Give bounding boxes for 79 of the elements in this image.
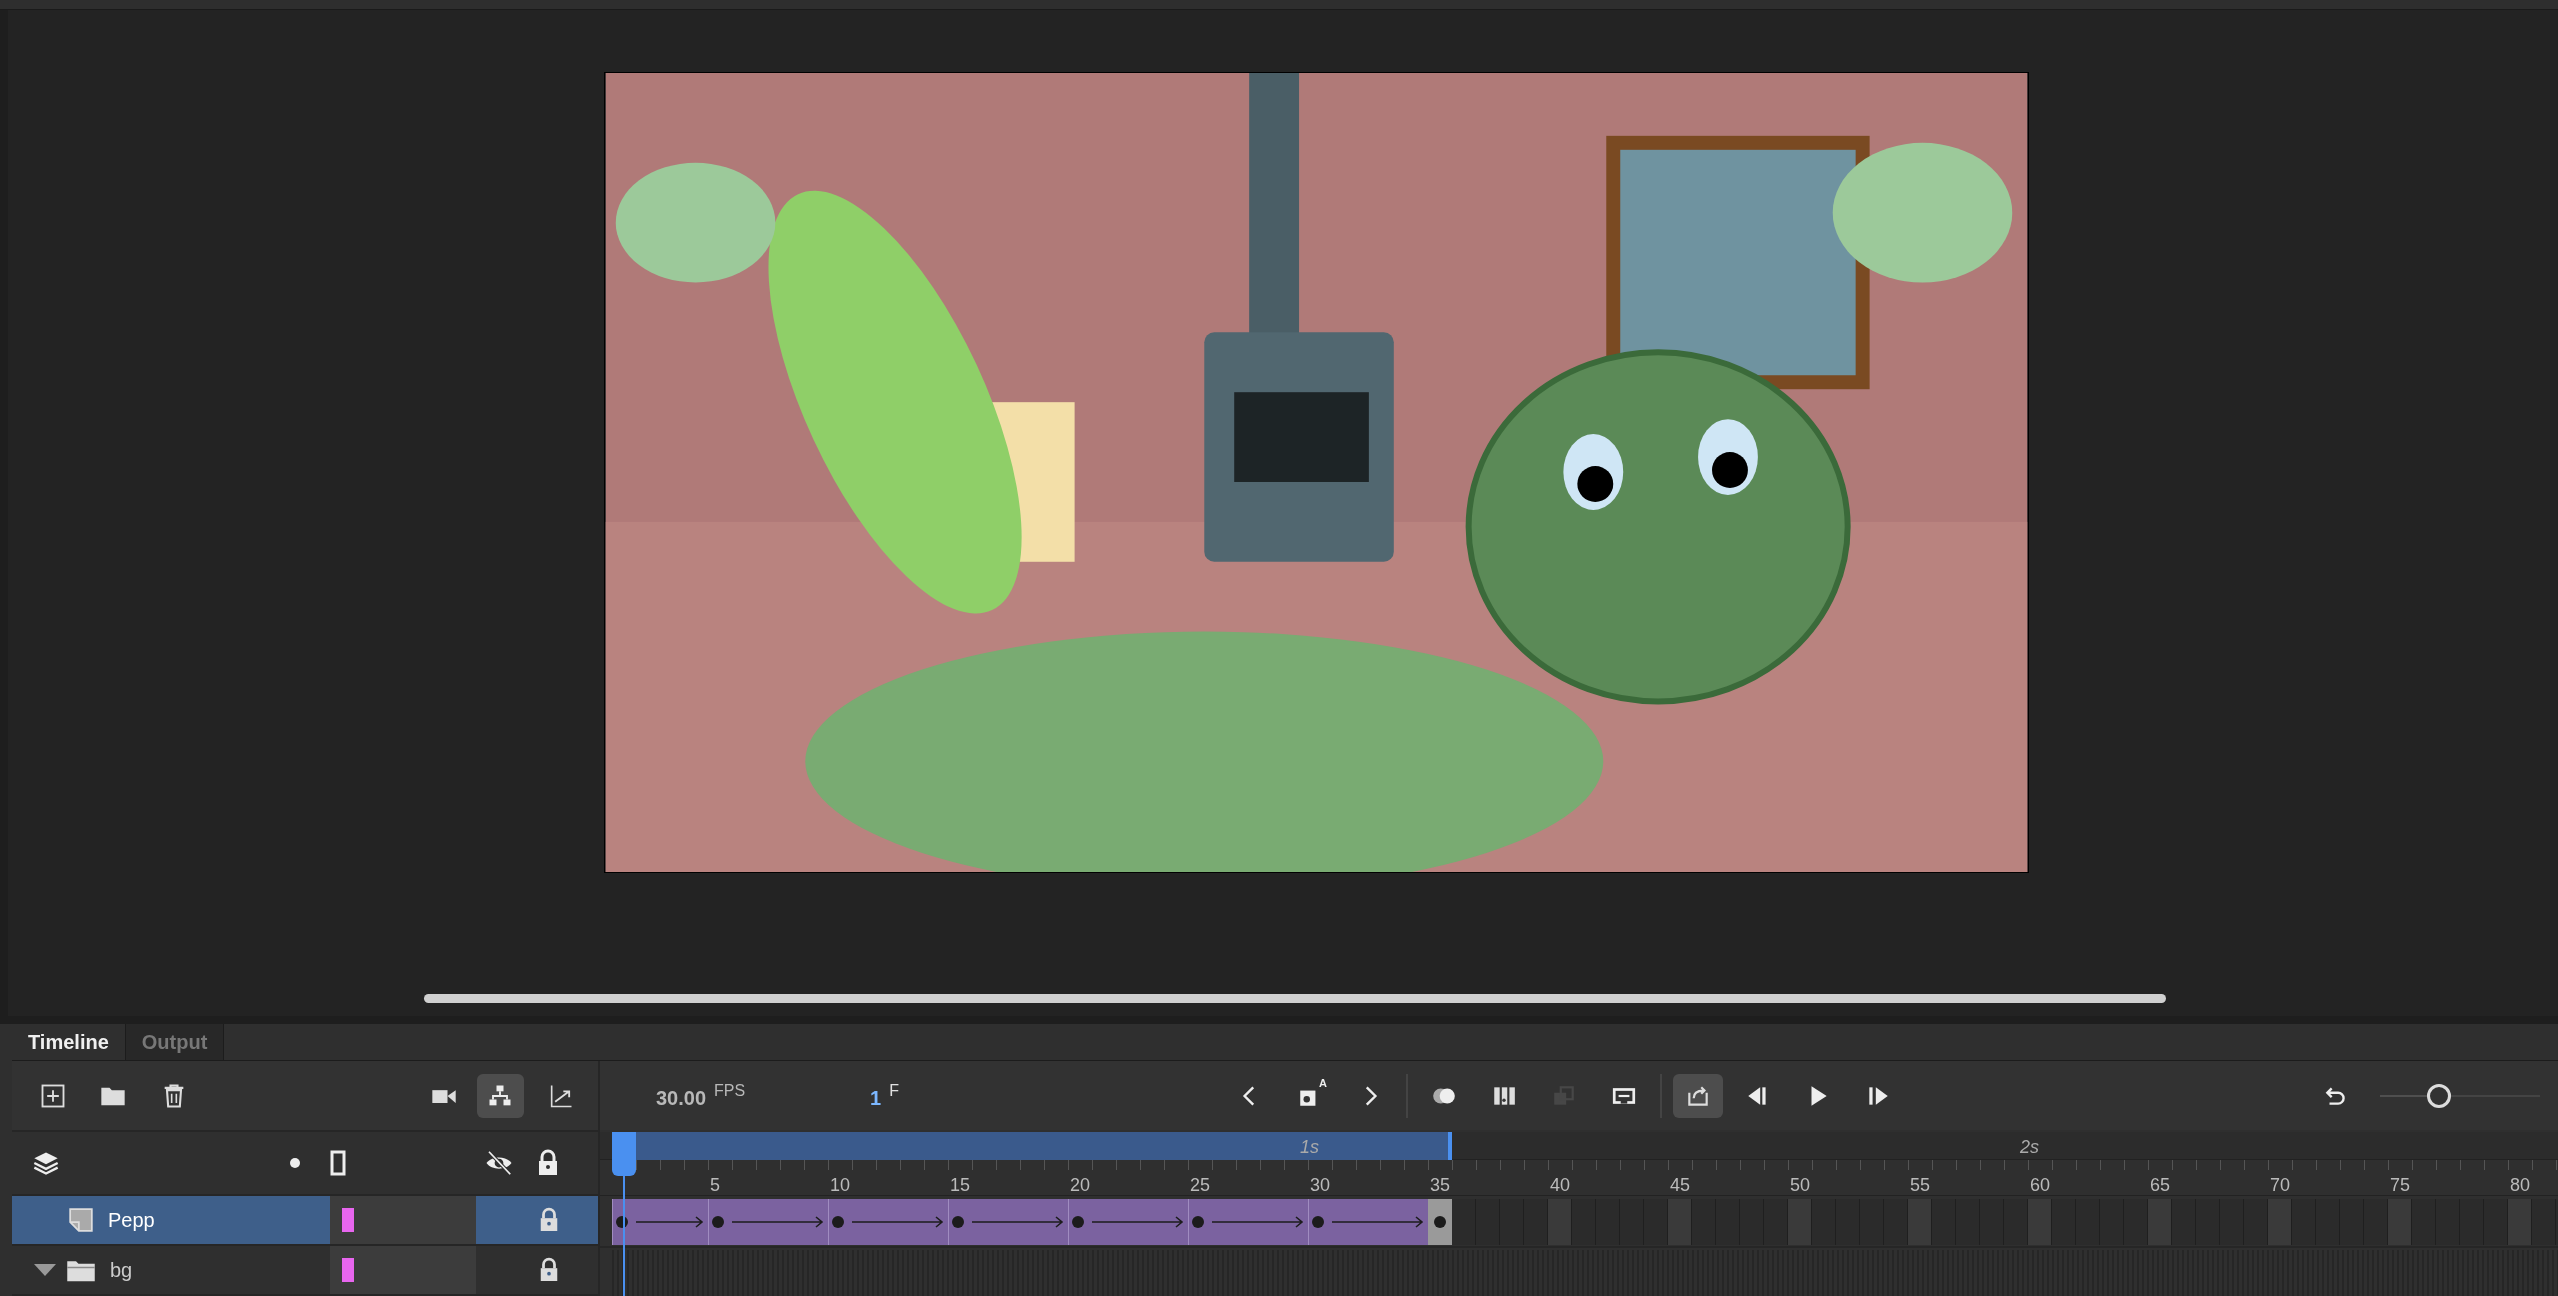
hierarchy-button[interactable] [477, 1073, 524, 1118]
frame-cell[interactable] [2124, 1199, 2148, 1245]
frame-cell[interactable] [1788, 1199, 1812, 1245]
seconds-label: 1s [1300, 1136, 1319, 1159]
frame-number: 65 [2150, 1174, 2171, 1197]
keyframe-arrow-icon [832, 1215, 946, 1229]
frame-cell[interactable] [2364, 1199, 2388, 1245]
frame-number: 20 [1070, 1174, 1091, 1197]
lock-icon[interactable] [538, 1257, 560, 1283]
keyframe-arrow-icon [952, 1215, 1066, 1229]
layer-color-swatch[interactable] [342, 1208, 354, 1232]
frame-cell[interactable] [2412, 1199, 2436, 1245]
frame-cell[interactable] [1452, 1199, 1476, 1245]
caret-down-icon[interactable] [34, 1263, 56, 1277]
current-frame-value[interactable]: 1 [870, 1082, 882, 1113]
frame-number: 30 [1310, 1174, 1331, 1197]
hide-icon[interactable] [484, 1148, 514, 1178]
frame-cell[interactable] [1572, 1199, 1596, 1245]
fps-unit: FPS [714, 1080, 746, 1101]
frame-cell[interactable] [2508, 1199, 2532, 1245]
frame-cell[interactable] [2172, 1199, 2196, 1245]
frame-cell[interactable] [2004, 1199, 2028, 1245]
frame-cell[interactable] [2292, 1199, 2316, 1245]
frame-number: 45 [1670, 1174, 1691, 1197]
frame-cell[interactable] [2028, 1199, 2052, 1245]
panel-tab[interactable]: Output [125, 1024, 225, 1060]
frame-number: 15 [950, 1174, 971, 1197]
frame-number: 60 [2030, 1174, 2051, 1197]
auto-label: A [1319, 1077, 1327, 1089]
frame-cell[interactable] [1668, 1199, 1692, 1245]
horizontal-scrollbar[interactable] [424, 994, 2166, 1003]
frame-cell[interactable] [2148, 1199, 2172, 1245]
frame-cell[interactable] [2244, 1199, 2268, 1245]
frame-cell[interactable] [1812, 1199, 1836, 1245]
outline-icon[interactable] [330, 1150, 346, 1176]
layer-icon [68, 1207, 94, 1233]
frame-cell[interactable] [1692, 1199, 1716, 1245]
frame-cell[interactable] [1884, 1199, 1908, 1245]
frame-number: 55 [1910, 1174, 1931, 1197]
frame-number: 40 [1550, 1174, 1571, 1197]
frame-cell[interactable] [2052, 1199, 2076, 1245]
frame-number: 80 [2510, 1174, 2531, 1197]
frame-cell[interactable] [1644, 1199, 1668, 1245]
frame-number: 75 [2390, 1174, 2411, 1197]
frame-number: 25 [1190, 1174, 1211, 1197]
zoom-slider-track[interactable] [2380, 1083, 2540, 1108]
layer-name: Pepp [108, 1208, 155, 1233]
keyframe-button[interactable]: A [1285, 1073, 1335, 1118]
playhead[interactable] [612, 1132, 636, 1296]
keyframe-arrow-icon [1192, 1215, 1306, 1229]
frame-number: 5 [710, 1174, 720, 1197]
frame-cell[interactable] [1548, 1199, 1572, 1245]
keyframe-arrow-icon [712, 1215, 826, 1229]
frame-cell[interactable] [1764, 1199, 1788, 1245]
layer-color-swatch[interactable] [342, 1258, 354, 1282]
frame-cell[interactable] [1524, 1199, 1548, 1245]
layer-name: bg [110, 1258, 133, 1283]
loop-button[interactable] [1673, 1073, 1723, 1118]
zoom-slider-thumb[interactable] [2427, 1083, 2452, 1108]
fps-value[interactable]: 30.00 [656, 1082, 707, 1113]
frame-cell[interactable] [2268, 1199, 2292, 1245]
frame-number: 70 [2270, 1174, 2291, 1197]
frame-cell[interactable] [1932, 1199, 1956, 1245]
frame-number: 35 [1430, 1174, 1451, 1197]
frame-cell[interactable] [1908, 1199, 1932, 1245]
lock-icon[interactable] [536, 1149, 560, 1177]
keyframe-arrow-icon [1312, 1215, 1426, 1229]
frame-cell[interactable] [2532, 1199, 2556, 1245]
frame-cell[interactable] [2388, 1199, 2412, 1245]
layer-row[interactable]: Pepp [12, 1196, 330, 1244]
frame-number: 10 [830, 1174, 851, 1197]
dot-icon[interactable] [290, 1158, 300, 1168]
frame-cell[interactable] [2484, 1199, 2508, 1245]
frame-number: 50 [1790, 1174, 1811, 1197]
keyframe-dot-icon [1434, 1216, 1446, 1228]
keyframe-arrow-icon [1072, 1215, 1186, 1229]
keyframe-arrow-icon [616, 1215, 706, 1229]
frame-unit: F [889, 1080, 899, 1101]
seconds-label: 2s [2020, 1136, 2039, 1159]
